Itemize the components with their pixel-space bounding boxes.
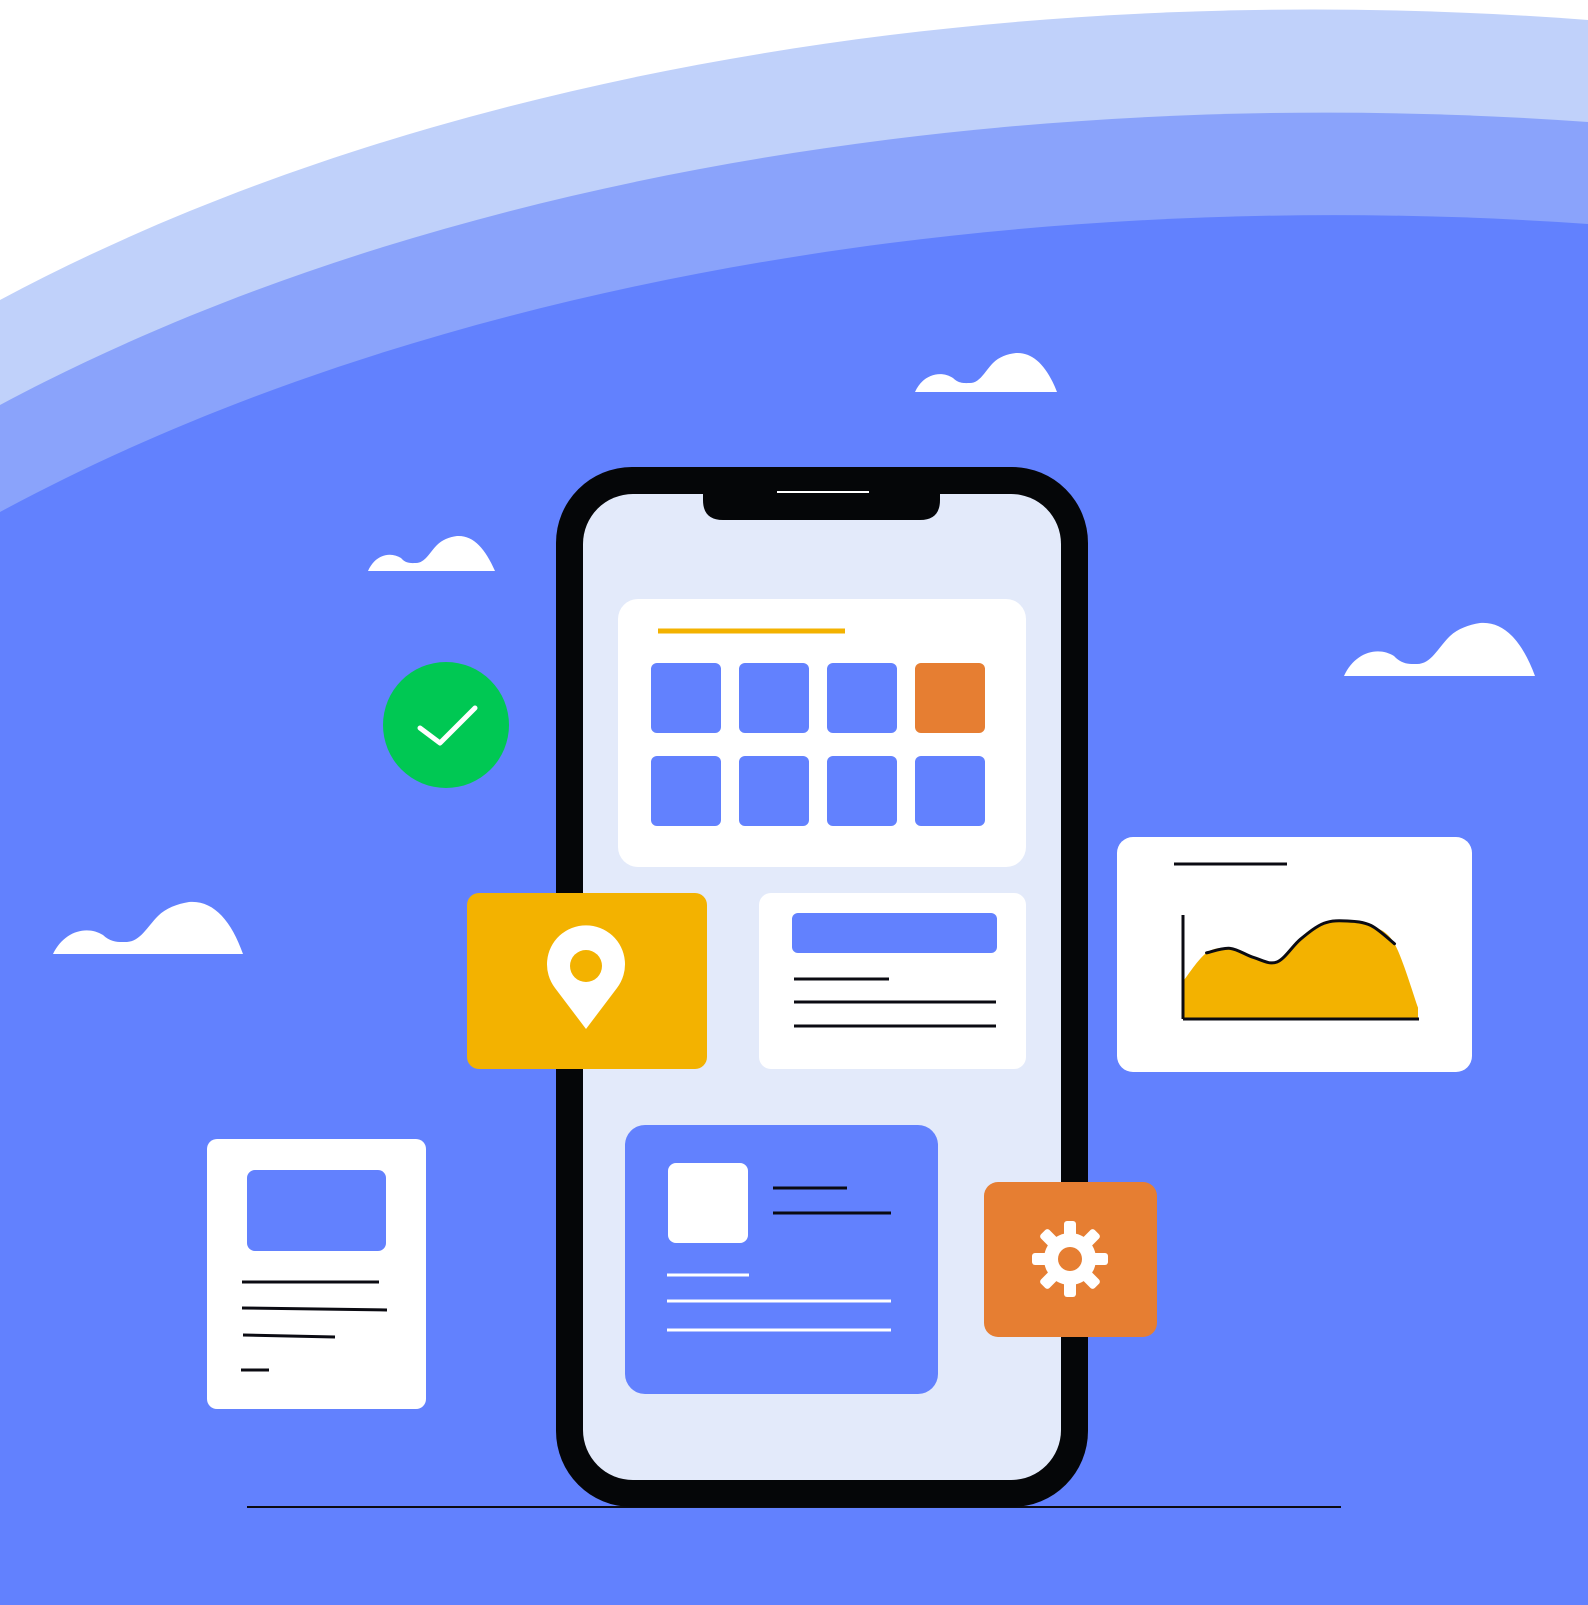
phone-notch [703,494,940,520]
settings-card [984,1182,1157,1337]
app-grid-card [618,599,1026,867]
app-tile [651,756,721,826]
app-tile [651,663,721,733]
chart-card [1117,837,1472,1072]
app-tile [827,756,897,826]
app-tile [827,663,897,733]
success-badge [383,662,509,788]
document-card [207,1139,426,1409]
profile-card [625,1125,938,1394]
list-card-header-bar [792,913,997,953]
gear-icon [1032,1221,1108,1297]
text-line [242,1333,336,1339]
gear-hole [1058,1247,1082,1271]
document-image-placeholder [247,1170,386,1251]
text-line [241,1306,388,1312]
app-tile-highlighted [915,663,985,733]
app-tile [739,756,809,826]
list-card [759,893,1026,1069]
avatar-placeholder [668,1163,748,1243]
app-tile [915,756,985,826]
app-illustration [0,0,1588,1605]
app-tile [739,663,809,733]
location-card [467,893,707,1069]
